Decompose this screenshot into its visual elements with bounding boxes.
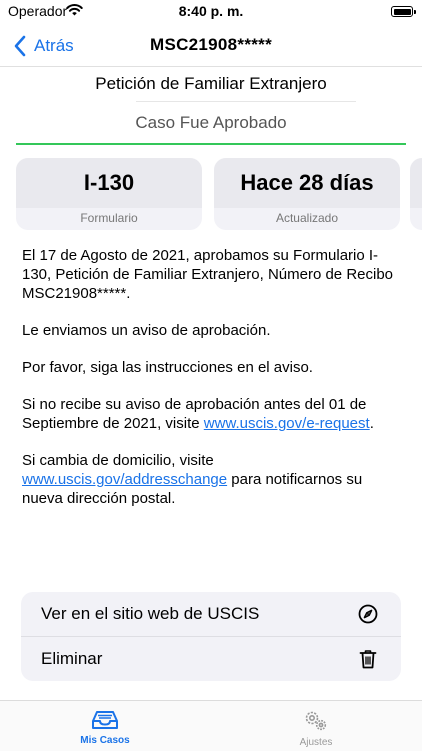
delete-label: Eliminar: [41, 649, 103, 668]
tab-bar: Mis Casos Ajustes: [0, 700, 422, 751]
partial-card: [410, 158, 422, 230]
message-paragraph: El 17 de Agosto de 2021, aprobamos su Fo…: [22, 247, 394, 302]
message-paragraph: Por favor, siga las instrucciones en el …: [22, 359, 313, 376]
view-on-uscis-button[interactable]: Ver en el sitio web de USCIS: [21, 592, 401, 636]
status-indicator-line: [16, 143, 406, 145]
updated-card: Hace 28 días Actualizado: [214, 158, 400, 230]
message-paragraph: Si no recibe su aviso de aprobación ante…: [22, 396, 374, 432]
case-status: Caso Fue Aprobado: [135, 113, 287, 132]
form-name: Petición de Familiar Extranjero: [95, 74, 327, 93]
form-card-label: Formulario: [80, 211, 138, 225]
delete-button[interactable]: Eliminar: [21, 636, 401, 681]
tab-settings[interactable]: Ajustes: [256, 705, 376, 751]
tab-my-cases-label: Mis Casos: [80, 735, 130, 746]
message-paragraph: Le enviamos un aviso de aprobación.: [22, 322, 271, 339]
status-bar: Operador 8:40 p. m.: [0, 0, 422, 26]
divider: [136, 101, 356, 102]
tab-settings-label: Ajustes: [299, 737, 333, 748]
case-message: El 17 de Agosto de 2021, aprobamos su Fo…: [22, 246, 407, 526]
info-cards: I-130 Formulario Hace 28 días Actualizad…: [0, 158, 422, 230]
actions-list: Ver en el sitio web de USCIS Eliminar: [21, 592, 401, 681]
gears-icon: [305, 711, 327, 731]
updated-card-value: Hace 28 días: [214, 158, 400, 208]
page-title: MSC21908*****: [149, 35, 273, 54]
trash-icon: [359, 650, 377, 669]
compass-icon: [358, 604, 378, 624]
tab-my-cases[interactable]: Mis Casos: [45, 705, 165, 751]
address-change-link[interactable]: www.uscis.gov/addresschange: [22, 471, 227, 488]
message-paragraph: Si cambia de domicilio, visite www.uscis…: [22, 452, 363, 507]
e-request-link[interactable]: www.uscis.gov/e-request: [204, 415, 370, 432]
tray-icon: [92, 711, 118, 729]
updated-card-label: Actualizado: [275, 211, 339, 225]
battery-icon: [391, 6, 416, 17]
form-card-value: I-130: [16, 158, 202, 208]
navigation-bar: Atrás MSC21908*****: [0, 26, 422, 67]
view-on-uscis-label: Ver en el sitio web de USCIS: [41, 604, 260, 623]
form-card: I-130 Formulario: [16, 158, 202, 230]
clock: 8:40 p. m.: [178, 3, 244, 19]
